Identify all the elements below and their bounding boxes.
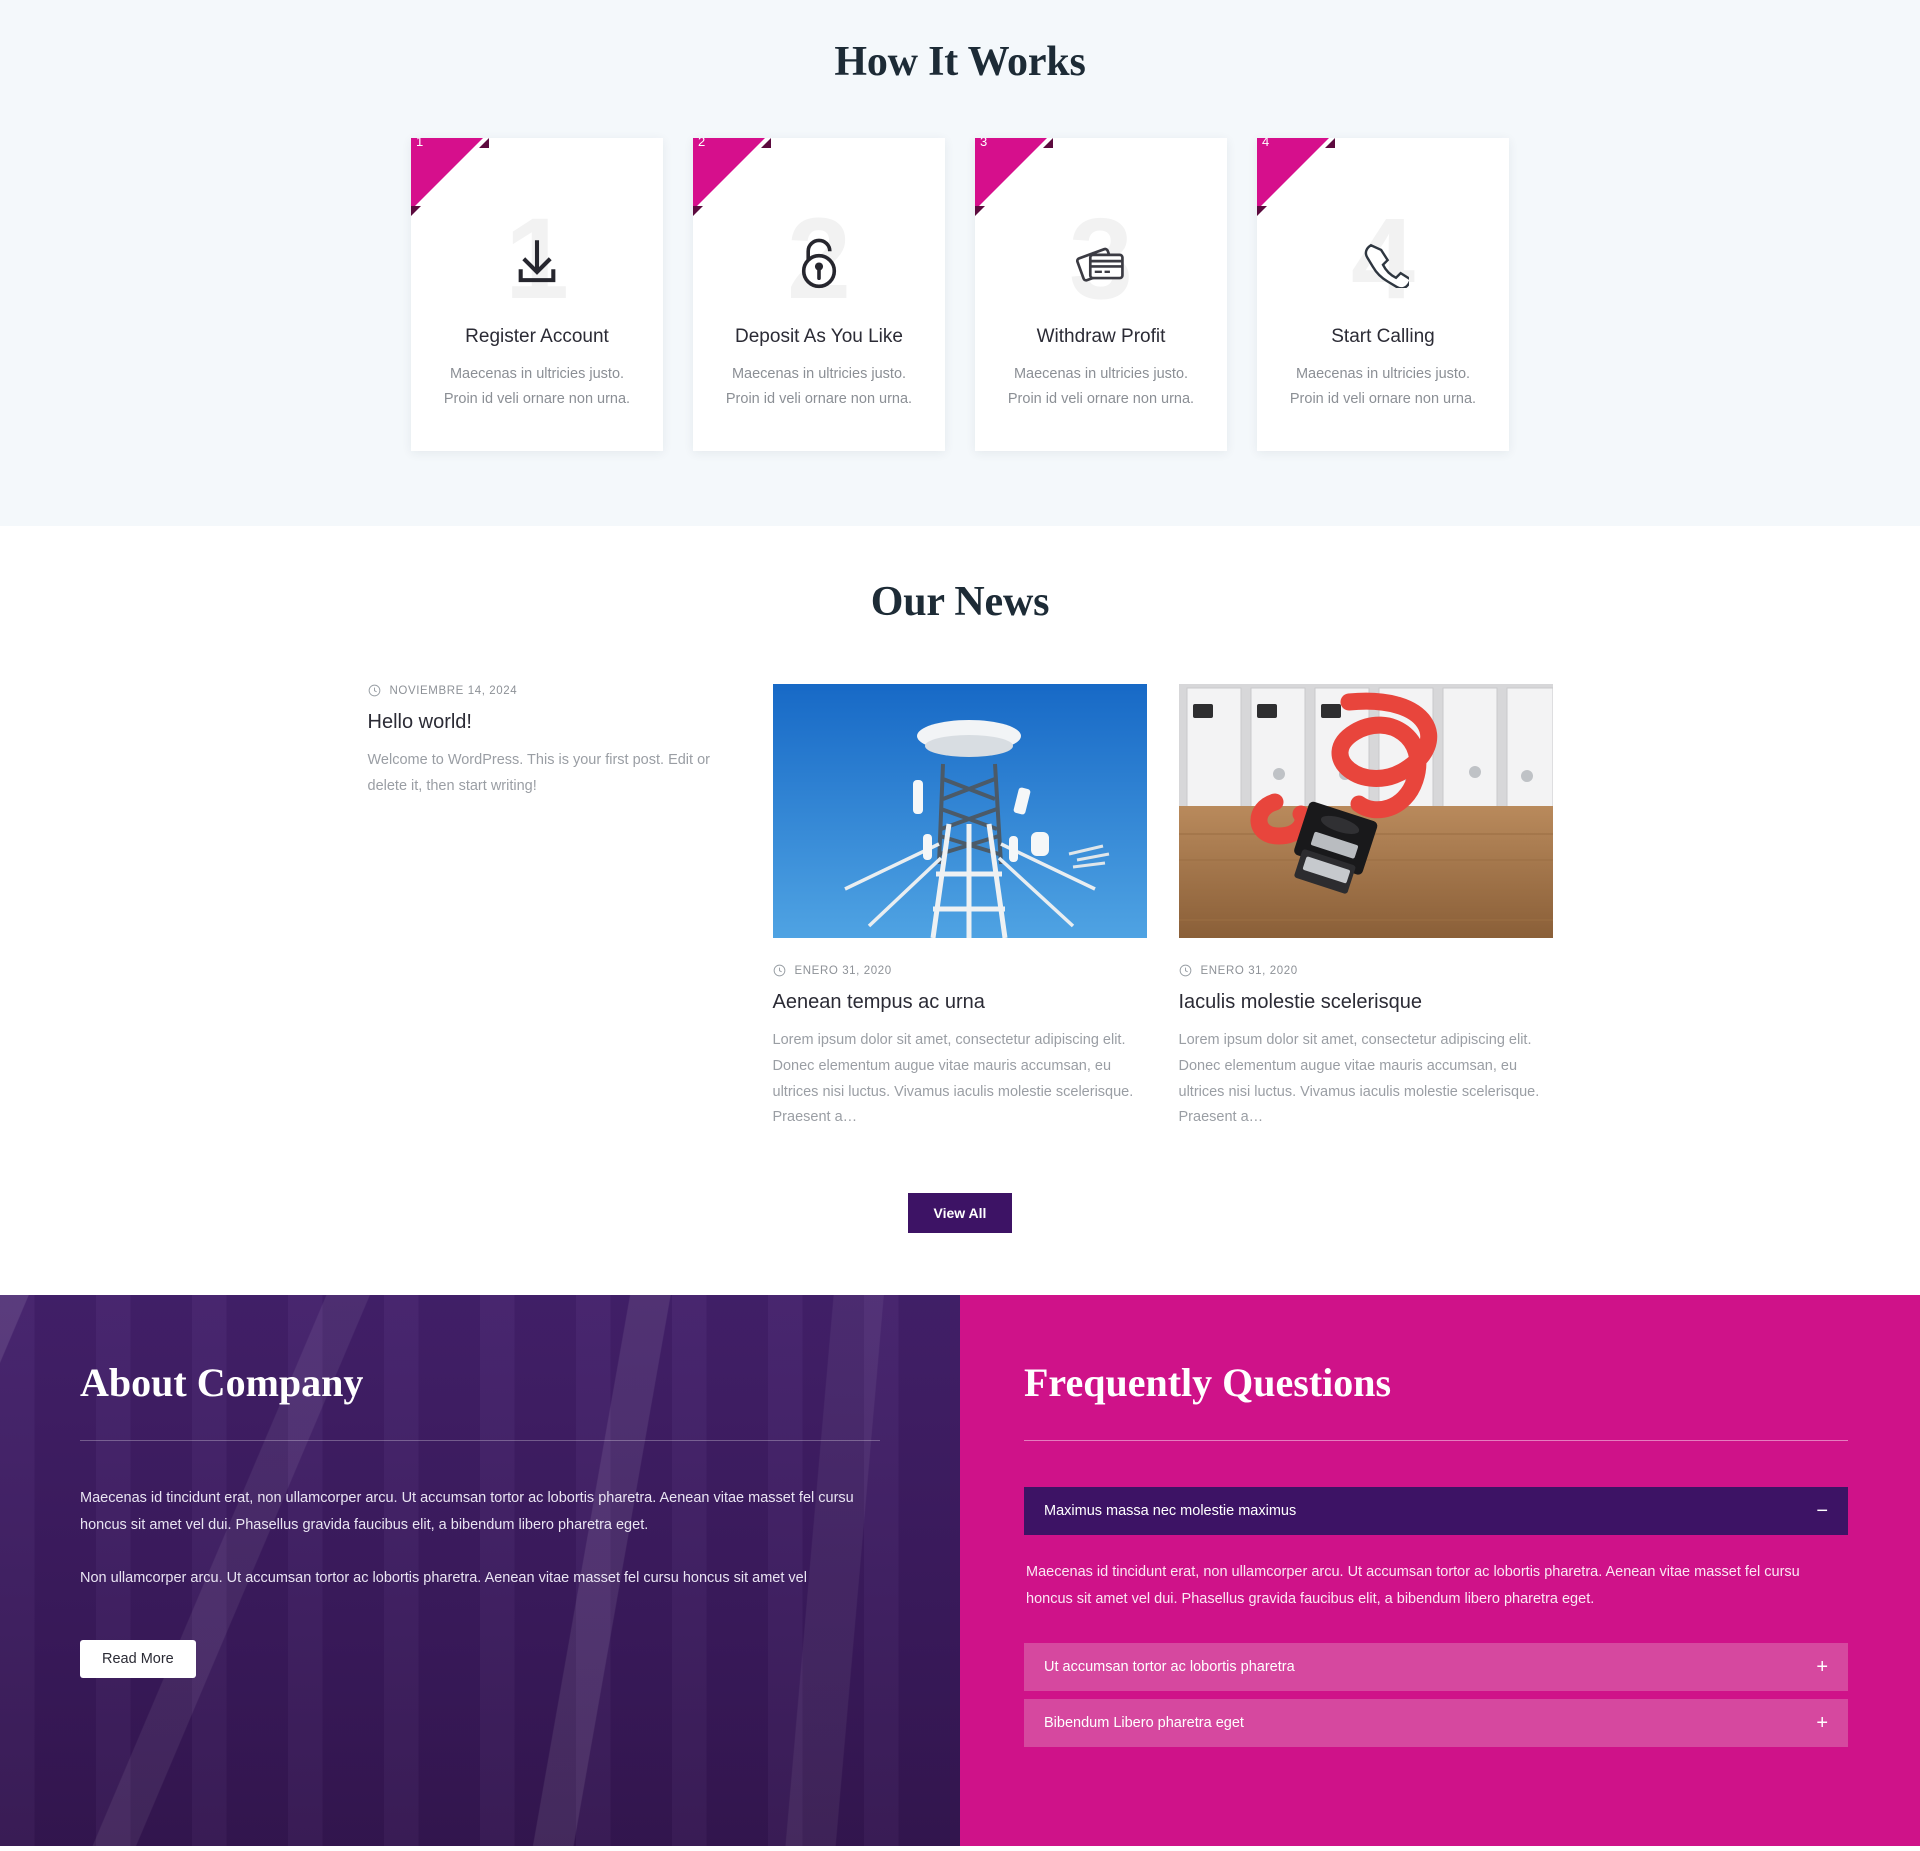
- clock-icon: [1179, 964, 1191, 977]
- faq-item-2: Ut accumsan tortor ac lobortis pharetra …: [1024, 1642, 1848, 1691]
- how-it-works-section: How It Works 1 1 Register Account Maecen…: [0, 0, 1920, 526]
- faq-item-2-header[interactable]: Ut accumsan tortor ac lobortis pharetra …: [1024, 1642, 1848, 1691]
- post-excerpt: Lorem ipsum dolor sit amet, consectetur …: [1178, 1032, 1540, 1126]
- card-text-line-1: Maecenas in ultricies justo.: [1013, 366, 1189, 382]
- post-meta: ENERO 31, 2020: [773, 964, 1147, 977]
- padlock-icon: [792, 233, 846, 291]
- card-text-line-2: Proin id veli ornare non urna.: [443, 390, 631, 407]
- card-text-line-2: Proin id veli ornare non urna.: [1289, 390, 1477, 407]
- corner-ribbon: 3: [975, 138, 1053, 216]
- post-thumbnail-sata-cable[interactable]: [1178, 684, 1553, 938]
- faq-item-1-question: Maximus massa nec molestie maximus: [1044, 1503, 1297, 1520]
- corner-ribbon: 2: [693, 138, 771, 216]
- read-more-button[interactable]: Read More: [80, 1639, 196, 1678]
- our-news-title: Our News: [870, 579, 1050, 625]
- faq-item-3-question: Bibendum Libero pharetra eget: [1044, 1714, 1244, 1731]
- icon-area: 1: [411, 202, 663, 317]
- post-meta: ENERO 31, 2020: [1179, 964, 1553, 977]
- view-all-button[interactable]: View All: [907, 1193, 1013, 1234]
- how-it-works-card-list: 1 1 Register Account Maecenas in ultrici…: [0, 138, 1920, 451]
- faq-item-1-answer: Maecenas id tincidunt erat, non ullamcor…: [1026, 1564, 1800, 1607]
- ribbon-number: 1: [416, 138, 424, 149]
- minus-icon[interactable]: −: [1816, 1501, 1828, 1521]
- faq-item-1: Maximus massa nec molestie maximus − Mae…: [1024, 1487, 1848, 1643]
- about-title: About Company: [80, 1360, 364, 1406]
- about-faq-split: About Company Maecenas id tincidunt erat…: [0, 1295, 1920, 1847]
- card-title: Register Account: [465, 326, 609, 347]
- plus-icon[interactable]: +: [1816, 1657, 1828, 1677]
- news-post-3: ENERO 31, 2020 Iaculis molestie sceleris…: [1178, 684, 1553, 1131]
- faq-section: Frequently Questions Maximus massa nec m…: [960, 1295, 1920, 1847]
- icon-area: 2: [693, 202, 945, 317]
- corner-ribbon: 1: [411, 138, 489, 216]
- card-title: Start Calling: [1331, 326, 1435, 347]
- post-meta: NOVIEMBRE 14, 2024: [368, 684, 741, 697]
- clock-icon: [368, 684, 380, 697]
- how-it-works-title: How It Works: [834, 39, 1086, 85]
- ribbon-number: 4: [1262, 138, 1270, 149]
- ribbon-number: 3: [980, 138, 988, 149]
- faq-title: Frequently Questions: [1024, 1360, 1392, 1406]
- view-all-container: View All: [0, 1193, 1920, 1234]
- post-date: ENERO 31, 2020: [794, 964, 892, 977]
- post-title[interactable]: Hello world!: [368, 711, 741, 734]
- card-text-line-2: Proin id veli ornare non urna.: [1007, 390, 1195, 407]
- news-post-1: NOVIEMBRE 14, 2024 Hello world! Welcome …: [368, 684, 741, 1131]
- post-date: NOVIEMBRE 14, 2024: [389, 684, 518, 697]
- plus-icon[interactable]: +: [1816, 1713, 1828, 1733]
- card-text-line-2: Proin id veli ornare non urna.: [725, 390, 913, 407]
- card-title: Withdraw Profit: [1036, 326, 1166, 347]
- about-divider: [80, 1440, 880, 1442]
- how-it-works-card-2[interactable]: 2 2 Deposit As You Like Maecenas in ultr…: [693, 138, 945, 451]
- post-excerpt: Welcome to WordPress. This is your first…: [367, 752, 710, 794]
- how-it-works-card-4[interactable]: 4 4 Start Calling Maecenas in ultricies …: [1257, 138, 1509, 451]
- faq-item-1-header[interactable]: Maximus massa nec molestie maximus −: [1024, 1487, 1848, 1536]
- card-text-line-1: Maecenas in ultricies justo.: [731, 366, 907, 382]
- post-date: ENERO 31, 2020: [1200, 964, 1298, 977]
- phone-handset-icon: [1357, 236, 1409, 288]
- clock-icon: [773, 964, 785, 977]
- post-title[interactable]: Aenean tempus ac urna: [773, 991, 1147, 1014]
- corner-ribbon: 4: [1257, 138, 1335, 216]
- credit-card-icon: [1072, 237, 1130, 287]
- about-company-section: About Company Maecenas id tincidunt erat…: [0, 1295, 960, 1847]
- card-text-line-1: Maecenas in ultricies justo.: [1295, 366, 1471, 382]
- faq-item-2-question: Ut accumsan tortor ac lobortis pharetra: [1044, 1658, 1295, 1675]
- faq-item-3: Bibendum Libero pharetra eget +: [1024, 1698, 1848, 1747]
- our-news-section: Our News NOVIEMBRE 14, 2024 Hello world!…: [0, 526, 1920, 1296]
- faq-item-3-header[interactable]: Bibendum Libero pharetra eget +: [1024, 1698, 1848, 1747]
- faq-divider: [1024, 1440, 1848, 1442]
- card-title: Deposit As You Like: [735, 326, 903, 347]
- post-excerpt: Lorem ipsum dolor sit amet, consectetur …: [772, 1032, 1134, 1126]
- news-post-2: ENERO 31, 2020 Aenean tempus ac urna Lor…: [772, 684, 1147, 1131]
- how-it-works-card-3[interactable]: 3 3 Withdraw Profit Maecenas in ultricie…: [975, 138, 1227, 451]
- about-paragraph-2: Non ullamcorper arcu. Ut accumsan tortor…: [80, 1569, 807, 1586]
- card-text-line-1: Maecenas in ultricies justo.: [449, 366, 625, 382]
- how-it-works-card-1[interactable]: 1 1 Register Account Maecenas in ultrici…: [411, 138, 663, 451]
- news-list: NOVIEMBRE 14, 2024 Hello world! Welcome …: [368, 684, 1553, 1131]
- post-title[interactable]: Iaculis molestie scelerisque: [1179, 991, 1553, 1014]
- about-paragraph-1: Maecenas id tincidunt erat, non ullamcor…: [80, 1490, 854, 1533]
- icon-area: 3: [975, 202, 1227, 317]
- faq-accordion: Maximus massa nec molestie maximus − Mae…: [1024, 1487, 1848, 1747]
- post-thumbnail-telecom-tower[interactable]: [772, 684, 1147, 938]
- icon-area: 4: [1257, 202, 1509, 317]
- ribbon-number: 2: [698, 138, 706, 149]
- download-icon: [508, 233, 566, 291]
